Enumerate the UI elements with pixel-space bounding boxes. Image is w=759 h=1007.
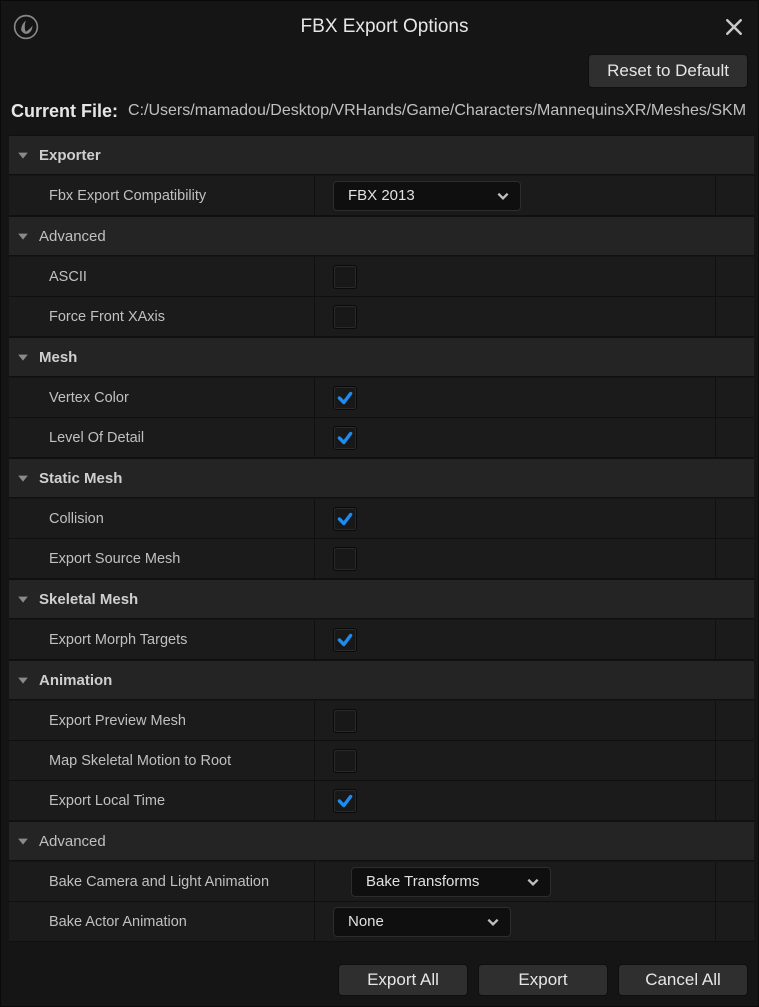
row-export-preview-mesh: Export Preview Mesh [9, 701, 754, 741]
checkbox-ascii[interactable] [333, 265, 357, 289]
row-ascii: ASCII [9, 257, 754, 297]
caret-down-icon [17, 351, 29, 363]
row-export-local-time: Export Local Time [9, 781, 754, 821]
close-icon [725, 18, 743, 36]
section-skeletal-mesh-label: Skeletal Mesh [39, 591, 138, 608]
row-fbx-compat: Fbx Export Compatibility FBX 2013 [9, 176, 754, 216]
section-mesh-label: Mesh [39, 349, 77, 366]
section-mesh[interactable]: Mesh [9, 337, 754, 377]
section-advanced-exporter[interactable]: Advanced [9, 216, 754, 256]
row-map-skel-root: Map Skeletal Motion to Root [9, 741, 754, 781]
footer: Export All Export Cancel All [1, 960, 758, 1006]
checkbox-export-preview-mesh[interactable] [333, 709, 357, 733]
label-export-morph: Export Morph Targets [9, 620, 315, 659]
window-title: FBX Export Options [47, 16, 722, 38]
select-fbx-compat-value: FBX 2013 [348, 187, 415, 204]
titlebar: FBX Export Options [1, 1, 758, 53]
label-lod: Level Of Detail [9, 418, 315, 457]
caret-down-icon [17, 472, 29, 484]
checkbox-lod[interactable] [333, 426, 357, 450]
select-bake-cam-light-value: Bake Transforms [366, 873, 479, 890]
row-collision: Collision [9, 499, 754, 539]
section-skeletal-mesh[interactable]: Skeletal Mesh [9, 579, 754, 619]
label-bake-actor: Bake Actor Animation [9, 902, 315, 941]
row-vertex-color: Vertex Color [9, 378, 754, 418]
properties-panel[interactable]: Exporter Fbx Export Compatibility FBX 20… [1, 129, 758, 960]
chevron-down-icon [526, 875, 540, 889]
current-file-path: C:/Users/mamadou/Desktop/VRHands/Game/Ch… [128, 102, 746, 120]
checkbox-force-front-x[interactable] [333, 305, 357, 329]
checkbox-export-local-time[interactable] [333, 789, 357, 813]
label-bake-cam-light: Bake Camera and Light Animation [9, 862, 315, 901]
caret-down-icon [17, 835, 29, 847]
select-bake-actor-value: None [348, 913, 384, 930]
export-all-button[interactable]: Export All [338, 964, 468, 996]
current-file-label: Current File: [11, 101, 118, 122]
toolbar-row: Reset to Default [1, 53, 758, 93]
row-bake-cam-light: Bake Camera and Light Animation Bake Tra… [9, 862, 754, 902]
label-map-skel-root: Map Skeletal Motion to Root [9, 741, 315, 780]
label-export-local-time: Export Local Time [9, 781, 315, 820]
caret-down-icon [17, 149, 29, 161]
section-advanced-animation-label: Advanced [39, 833, 106, 850]
select-bake-actor[interactable]: None [333, 907, 511, 937]
section-animation[interactable]: Animation [9, 660, 754, 700]
checkbox-collision[interactable] [333, 507, 357, 531]
label-ascii: ASCII [9, 257, 315, 296]
select-bake-cam-light[interactable]: Bake Transforms [351, 867, 551, 897]
section-exporter[interactable]: Exporter [9, 135, 754, 175]
label-fbx-compat: Fbx Export Compatibility [9, 176, 315, 215]
row-export-source-mesh: Export Source Mesh [9, 539, 754, 579]
current-file-row: Current File: C:/Users/mamadou/Desktop/V… [1, 93, 758, 129]
select-fbx-compat[interactable]: FBX 2013 [333, 181, 521, 211]
section-animation-label: Animation [39, 672, 112, 689]
fbx-export-window: FBX Export Options Reset to Default Curr… [0, 0, 759, 1007]
checkbox-vertex-color[interactable] [333, 386, 357, 410]
label-vertex-color: Vertex Color [9, 378, 315, 417]
chevron-down-icon [486, 915, 500, 929]
section-advanced-exporter-label: Advanced [39, 228, 106, 245]
cancel-all-button[interactable]: Cancel All [618, 964, 748, 996]
label-export-preview-mesh: Export Preview Mesh [9, 701, 315, 740]
export-button[interactable]: Export [478, 964, 608, 996]
section-static-mesh-label: Static Mesh [39, 470, 122, 487]
caret-down-icon [17, 593, 29, 605]
section-advanced-animation[interactable]: Advanced [9, 821, 754, 861]
row-bake-actor: Bake Actor Animation None [9, 902, 754, 942]
caret-down-icon [17, 674, 29, 686]
checkbox-map-skel-root[interactable] [333, 749, 357, 773]
close-button[interactable] [722, 15, 746, 39]
checkbox-export-morph[interactable] [333, 628, 357, 652]
row-force-front-x: Force Front XAxis [9, 297, 754, 337]
reset-to-default-button[interactable]: Reset to Default [588, 54, 748, 88]
chevron-down-icon [496, 189, 510, 203]
label-export-source-mesh: Export Source Mesh [9, 539, 315, 578]
checkbox-export-source-mesh[interactable] [333, 547, 357, 571]
section-exporter-label: Exporter [39, 147, 101, 164]
section-static-mesh[interactable]: Static Mesh [9, 458, 754, 498]
row-export-morph: Export Morph Targets [9, 620, 754, 660]
caret-down-icon [17, 230, 29, 242]
unreal-logo-icon [13, 14, 39, 40]
label-force-front-x: Force Front XAxis [9, 297, 315, 336]
label-collision: Collision [9, 499, 315, 538]
row-lod: Level Of Detail [9, 418, 754, 458]
